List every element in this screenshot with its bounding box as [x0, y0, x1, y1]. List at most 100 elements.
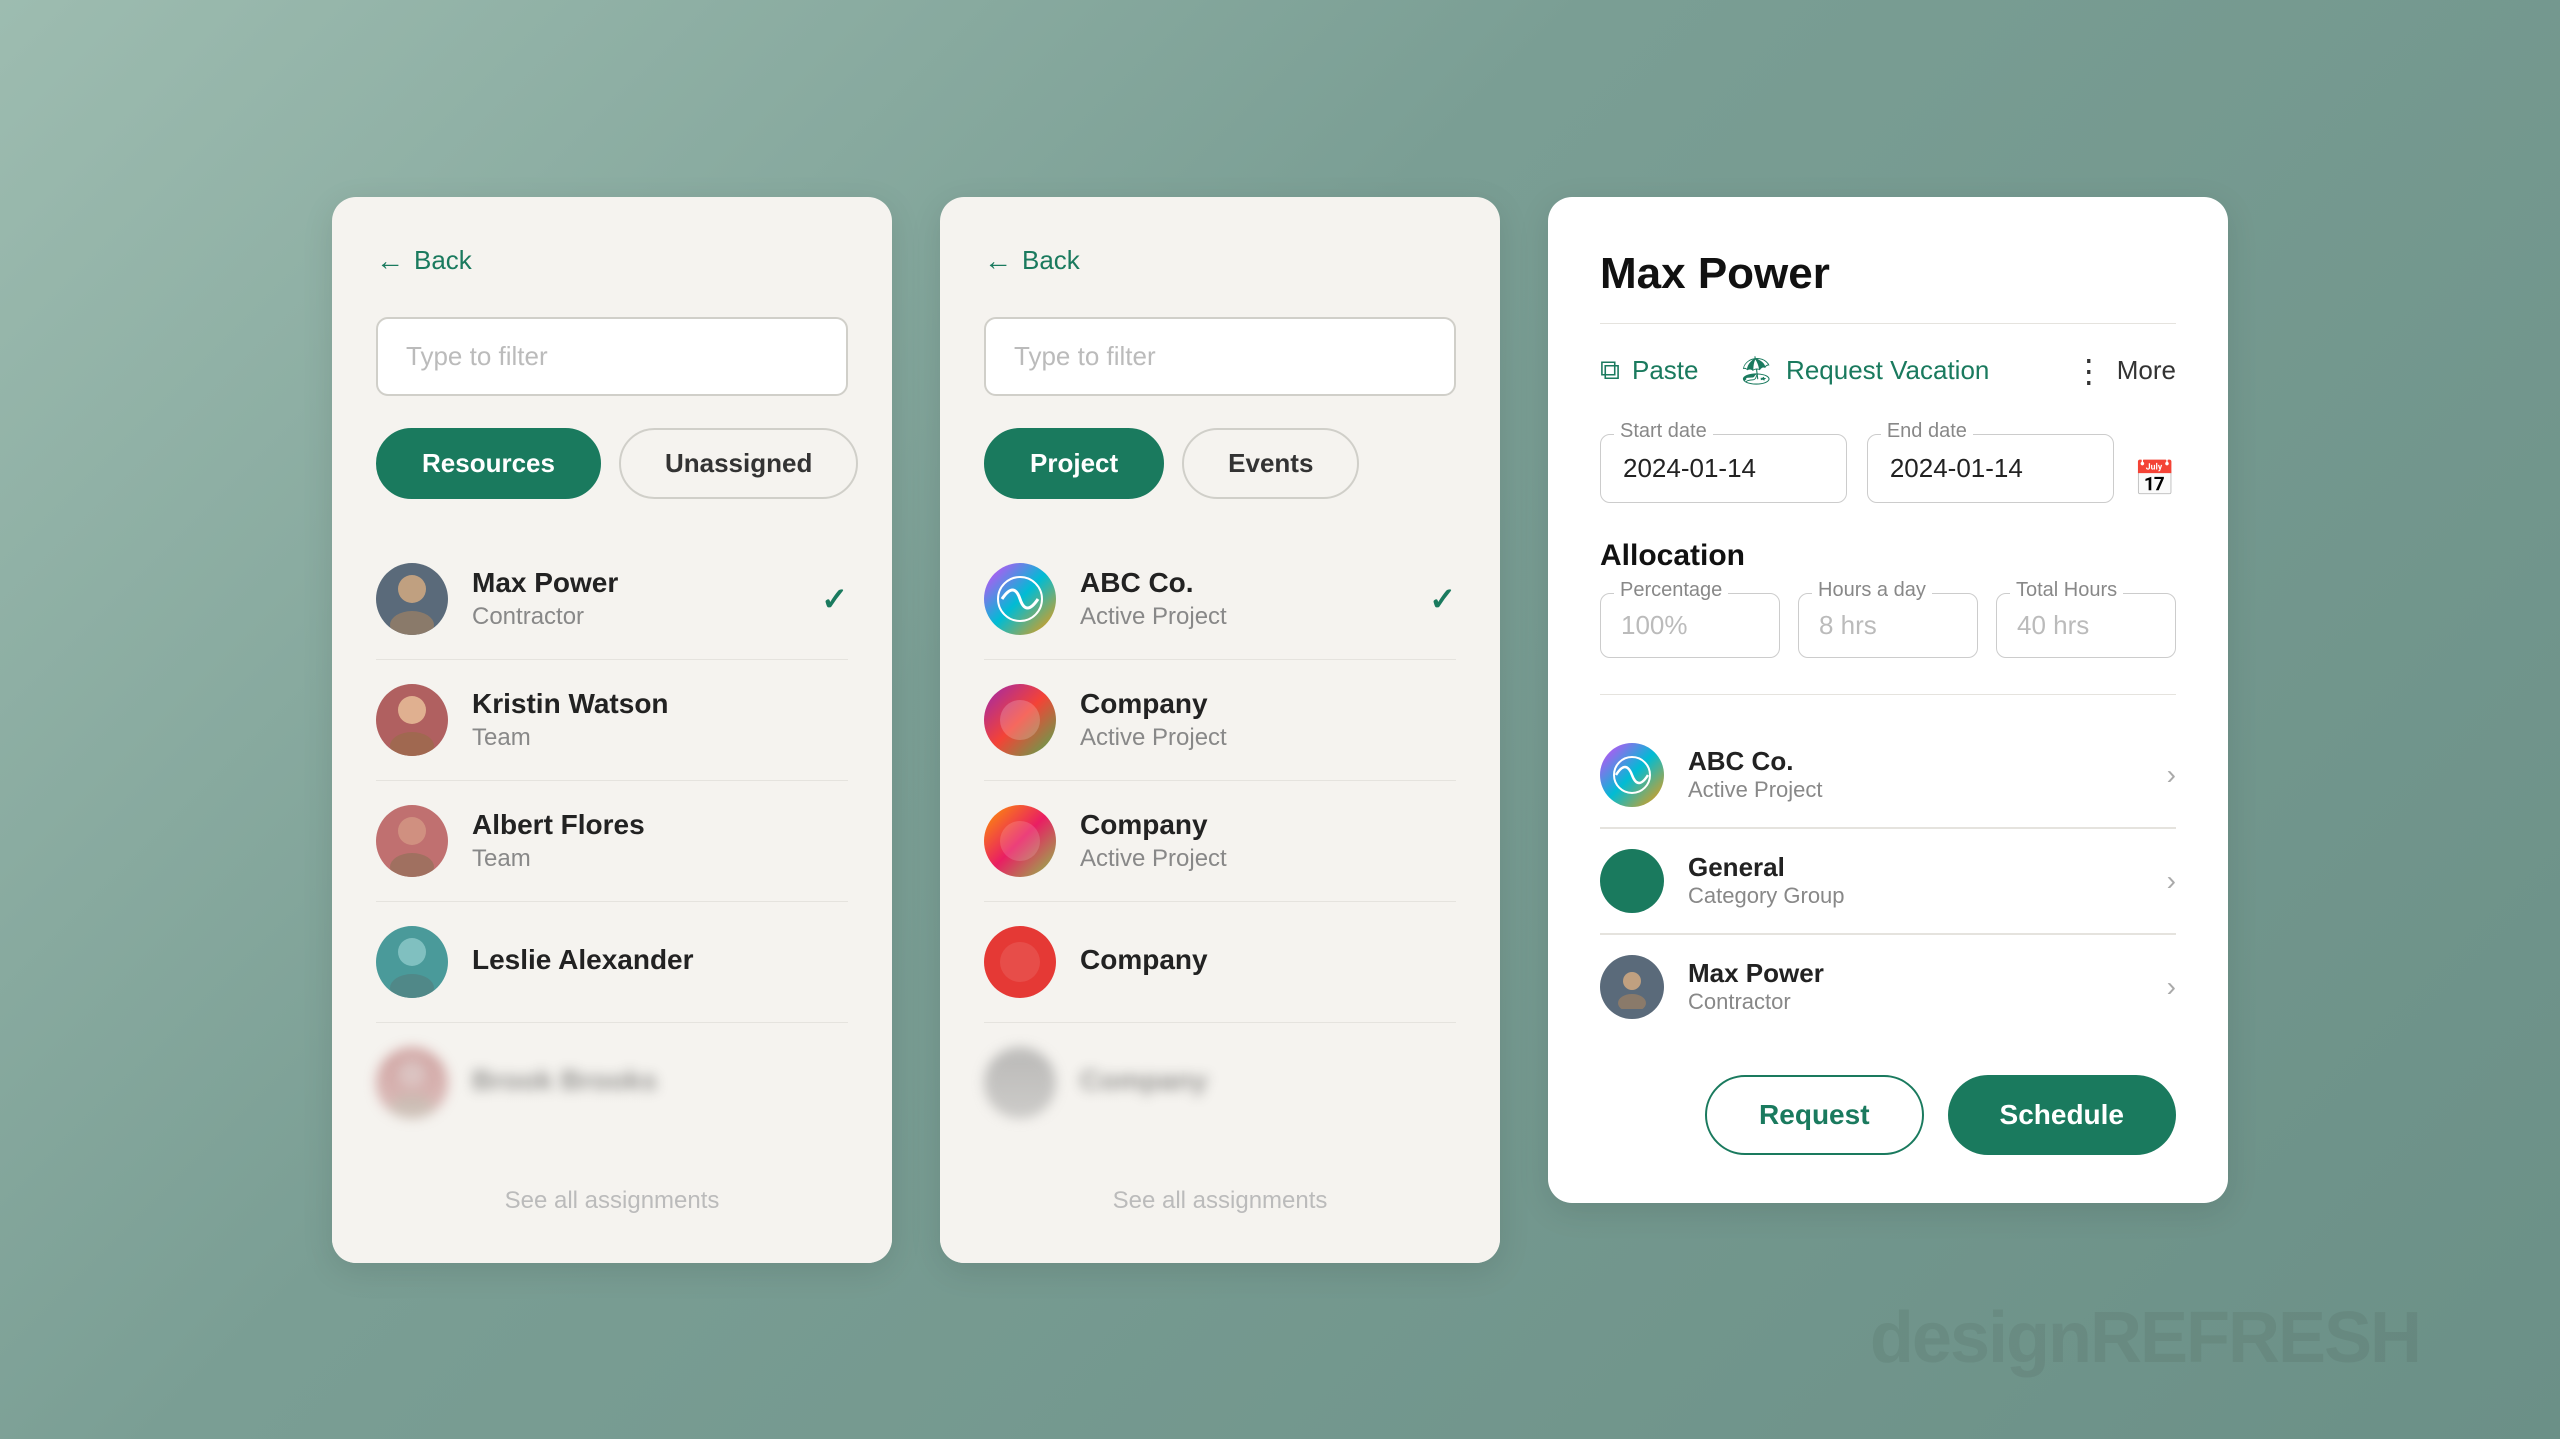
paste-button[interactable]: ⧉ Paste	[1600, 354, 1699, 387]
end-date-field: End date	[1867, 434, 2114, 503]
tab-resources[interactable]: Resources	[376, 428, 601, 499]
request-button[interactable]: Request	[1705, 1075, 1923, 1155]
list-item: Company	[984, 1023, 1456, 1143]
start-date-input[interactable]	[1600, 434, 1847, 503]
schedule-button[interactable]: Schedule	[1948, 1075, 2176, 1155]
avatar	[984, 563, 1056, 635]
item-name: Company	[1080, 944, 1456, 976]
bottom-buttons: Request Schedule	[1600, 1075, 2176, 1155]
request-vacation-label: Request Vacation	[1786, 355, 1989, 386]
list-item[interactable]: Company Active Project	[984, 660, 1456, 781]
resources-list: Max Power Contractor ✓ Kristin Watson Te…	[376, 539, 848, 1143]
chevron-right-icon: ›	[2167, 759, 2176, 791]
list-item[interactable]: Leslie Alexander	[376, 902, 848, 1023]
list-item[interactable]: Company	[984, 902, 1456, 1023]
allocation-row: Percentage Hours a day Total Hours	[1600, 593, 2176, 658]
tab-project[interactable]: Project	[984, 428, 1164, 499]
vacation-icon: 🏖	[1739, 354, 1775, 387]
watermark: designREFRESH	[1870, 1297, 2420, 1379]
avatar	[984, 926, 1056, 998]
item-name: ABC Co.	[1080, 567, 1429, 599]
more-button[interactable]: ⋮ More	[2073, 352, 2176, 390]
detail-item-name: ABC Co.	[1688, 746, 2167, 777]
detail-projects-list: ABC Co. Active Project › General Categor…	[1600, 723, 2176, 1039]
item-name: Max Power	[472, 567, 821, 599]
start-date-field: Start date	[1600, 434, 1847, 503]
allocation-title: Allocation	[1600, 539, 2176, 573]
avatar	[984, 684, 1056, 756]
chevron-right-icon-2: ›	[2167, 865, 2176, 897]
detail-avatar-general	[1600, 849, 1664, 913]
see-all-2[interactable]: See all assignments	[984, 1187, 1456, 1215]
list-item[interactable]: Company Active Project	[984, 781, 1456, 902]
action-row: ⧉ Paste 🏖 Request Vacation ⋮ More	[1600, 352, 2176, 390]
detail-title: Max Power	[1600, 249, 2176, 299]
chevron-right-icon-3: ›	[2167, 971, 2176, 1003]
detail-item-name: General	[1688, 852, 2167, 883]
projects-list: ABC Co. Active Project ✓ Company Active …	[984, 539, 1456, 1143]
back-arrow-icon: ←	[376, 245, 404, 277]
list-item[interactable]: Albert Flores Team	[376, 781, 848, 902]
detail-list-item[interactable]: General Category Group ›	[1600, 829, 2176, 934]
item-sub: Team	[472, 724, 848, 752]
tabs-2: Project Events	[984, 428, 1456, 499]
tab-events[interactable]: Events	[1182, 428, 1359, 499]
total-hours-label: Total Hours	[2010, 579, 2123, 602]
check-icon: ✓	[1429, 580, 1456, 618]
back-button-2[interactable]: ← Back	[984, 245, 1080, 277]
detail-item-sub: Contractor	[1688, 989, 2167, 1015]
item-name: Albert Flores	[472, 809, 848, 841]
item-name: Company	[1080, 809, 1456, 841]
detail-item-sub: Active Project	[1688, 777, 2167, 803]
item-sub: Contractor	[472, 603, 821, 631]
tab-unassigned[interactable]: Unassigned	[619, 428, 858, 499]
search-input-1[interactable]	[376, 317, 848, 396]
hours-day-label: Hours a day	[1812, 579, 1932, 602]
item-name: Leslie Alexander	[472, 944, 848, 976]
list-item[interactable]: Max Power Contractor ✓	[376, 539, 848, 660]
list-item: Brook Brooks	[376, 1023, 848, 1143]
item-sub: Active Project	[1080, 845, 1456, 873]
search-input-2[interactable]	[984, 317, 1456, 396]
back-label-1: Back	[414, 245, 472, 276]
item-name: Brook Brooks	[472, 1065, 848, 1097]
more-dots-icon: ⋮	[2073, 352, 2107, 390]
total-hours-field: Total Hours	[1996, 593, 2176, 658]
check-icon: ✓	[821, 580, 848, 618]
item-sub: Team	[472, 845, 848, 873]
detail-card: Max Power ⧉ Paste 🏖 Request Vacation ⋮ M…	[1548, 197, 2228, 1203]
avatar	[376, 563, 448, 635]
avatar	[984, 805, 1056, 877]
percentage-input[interactable]	[1600, 593, 1780, 658]
avatar	[984, 1047, 1056, 1119]
projects-card: ← Back Project Events ABC Co. Active Pro…	[940, 197, 1500, 1263]
back-button-1[interactable]: ← Back	[376, 245, 472, 277]
see-all[interactable]: See all assignments	[376, 1187, 848, 1215]
hours-day-input[interactable]	[1798, 593, 1978, 658]
list-item[interactable]: Kristin Watson Team	[376, 660, 848, 781]
detail-avatar-abc	[1600, 743, 1664, 807]
item-name: Company	[1080, 688, 1456, 720]
detail-item-sub: Category Group	[1688, 883, 2167, 909]
avatar	[376, 805, 448, 877]
avatar	[376, 926, 448, 998]
detail-avatar-maxpower	[1600, 955, 1664, 1019]
resources-card: ← Back Resources Unassigned Max Power Co…	[332, 197, 892, 1263]
list-item[interactable]: ABC Co. Active Project ✓	[984, 539, 1456, 660]
item-name: Company	[1080, 1065, 1456, 1097]
paste-label: Paste	[1632, 355, 1699, 386]
avatar	[376, 1047, 448, 1119]
back-arrow-icon-2: ←	[984, 245, 1012, 277]
detail-list-item[interactable]: ABC Co. Active Project ›	[1600, 723, 2176, 828]
divider-2	[1600, 694, 2176, 695]
end-date-input[interactable]	[1867, 434, 2114, 503]
end-date-label: End date	[1881, 420, 1973, 443]
divider	[1600, 323, 2176, 324]
percentage-label: Percentage	[1614, 579, 1728, 602]
request-vacation-button[interactable]: 🏖 Request Vacation	[1739, 354, 1990, 387]
tabs-1: Resources Unassigned	[376, 428, 848, 499]
percentage-field: Percentage	[1600, 593, 1780, 658]
total-hours-input[interactable]	[1996, 593, 2176, 658]
calendar-button[interactable]: 📅	[2134, 459, 2176, 499]
detail-list-item[interactable]: Max Power Contractor ›	[1600, 935, 2176, 1039]
